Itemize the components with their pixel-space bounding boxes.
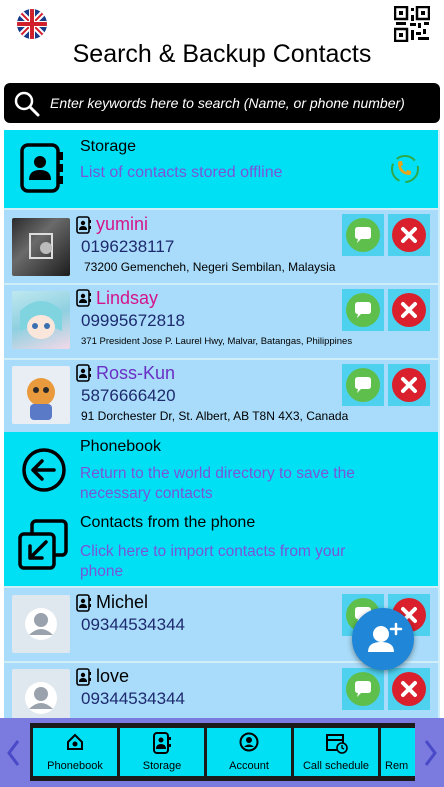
nav-scroller[interactable]: Phonebook Storage Account Call schedule …: [30, 723, 415, 781]
delete-button[interactable]: [388, 364, 430, 406]
contact-phone: 09344534344: [81, 689, 186, 708]
contact-row[interactable]: love 09344534344: [4, 663, 438, 718]
contact-address: 371 President Jose P. Laurel Hwy, Malvar…: [81, 336, 353, 347]
storage-subtitle: List of contacts stored offline: [80, 164, 283, 181]
contact-name: love: [96, 666, 130, 686]
contact-photo: [12, 291, 70, 349]
contact-book-icon: [76, 668, 91, 686]
close-icon: [401, 681, 417, 697]
nav-call-schedule[interactable]: Call schedule: [294, 728, 378, 776]
contact-name: Michel: [96, 592, 149, 612]
contact-row[interactable]: Ross-Kun 5876666420 91 Dorchester Dr, St…: [4, 360, 438, 432]
import-icon: [18, 519, 68, 570]
phone-sync-icon[interactable]: [390, 154, 420, 184]
import-subtitle: Click here to import contacts from your …: [80, 543, 346, 580]
message-button[interactable]: [342, 364, 384, 406]
contact-book-icon: [76, 216, 91, 234]
chat-bubble-icon: [355, 227, 371, 243]
contact-phone: 5876666420: [81, 386, 176, 405]
contact-address: 73200 Gemencheh, Negeri Sembilan, Malays…: [84, 260, 336, 274]
default-avatar-icon: [12, 595, 70, 653]
contact-phone: 09344534344: [81, 615, 186, 634]
message-button[interactable]: [342, 668, 384, 710]
home-icon: [67, 733, 83, 750]
chat-bubble-icon: [355, 681, 371, 697]
search-icon[interactable]: [14, 91, 40, 117]
import-contacts-row[interactable]: Contacts from the phone Click here to im…: [4, 510, 438, 586]
close-icon: [401, 377, 417, 393]
nav-account[interactable]: Account: [207, 728, 291, 776]
delete-button[interactable]: [388, 668, 430, 710]
message-button[interactable]: [342, 289, 384, 331]
contact-name: Ross-Kun: [96, 363, 176, 383]
nav-storage[interactable]: Storage: [120, 728, 204, 776]
chat-bubble-icon: [355, 377, 371, 393]
default-avatar-icon: [12, 669, 70, 718]
chat-bubble-icon: [355, 302, 371, 318]
phonebook-row[interactable]: Phonebook Return to the world directory …: [4, 432, 438, 510]
storage-title: Storage: [80, 138, 137, 155]
account-icon: [239, 732, 259, 752]
contact-book-icon: [76, 289, 91, 307]
contact-name: Lindsay: [96, 288, 159, 308]
storage-row[interactable]: Storage List of contacts stored offline: [4, 130, 438, 208]
message-button[interactable]: [342, 214, 384, 256]
contact-book-icon: [20, 143, 63, 193]
contact-photo: [12, 366, 70, 424]
phonebook-title: Phonebook: [80, 438, 161, 455]
chevron-left-icon[interactable]: [6, 738, 22, 768]
calendar-icon: [326, 734, 348, 754]
contact-row[interactable]: Lindsay 09995672818 371 President Jose P…: [4, 285, 438, 358]
add-user-icon: [368, 622, 403, 652]
nav-reminder[interactable]: Rem: [381, 728, 415, 776]
contact-phone: 09995672818: [81, 311, 186, 330]
chevron-right-icon[interactable]: [422, 738, 438, 768]
contact-photo: [12, 218, 70, 276]
search-input[interactable]: [50, 89, 434, 117]
qr-code-icon[interactable]: [393, 5, 431, 43]
search-bar: [4, 83, 440, 123]
contact-book-icon: [76, 594, 91, 612]
contact-book-icon: [76, 364, 91, 382]
contact-row[interactable]: yumini 0196238117 73200 Gemencheh, Neger…: [4, 210, 438, 283]
page-title: Search & Backup Contacts: [72, 40, 372, 68]
nav-phonebook[interactable]: Phonebook: [33, 728, 117, 776]
back-arrow-icon: [22, 448, 66, 492]
contact-address: 91 Dorchester Dr, St. Albert, AB T8N 4X3…: [81, 409, 349, 423]
contact-phone: 0196238117: [81, 237, 175, 256]
top-bar: Search & Backup Contacts: [0, 0, 444, 80]
contact-name: yumini: [96, 214, 149, 234]
close-icon: [401, 227, 417, 243]
delete-button[interactable]: [388, 289, 430, 331]
contact-book-icon: [153, 732, 171, 754]
bottom-nav: Phonebook Storage Account Call schedule …: [0, 718, 444, 787]
add-contact-button[interactable]: [352, 608, 414, 670]
phonebook-subtitle: Return to the world directory to save th…: [80, 465, 355, 502]
import-title: Contacts from the phone: [80, 514, 256, 531]
close-icon: [401, 302, 417, 318]
delete-button[interactable]: [388, 214, 430, 256]
uk-flag-icon[interactable]: [17, 9, 47, 39]
